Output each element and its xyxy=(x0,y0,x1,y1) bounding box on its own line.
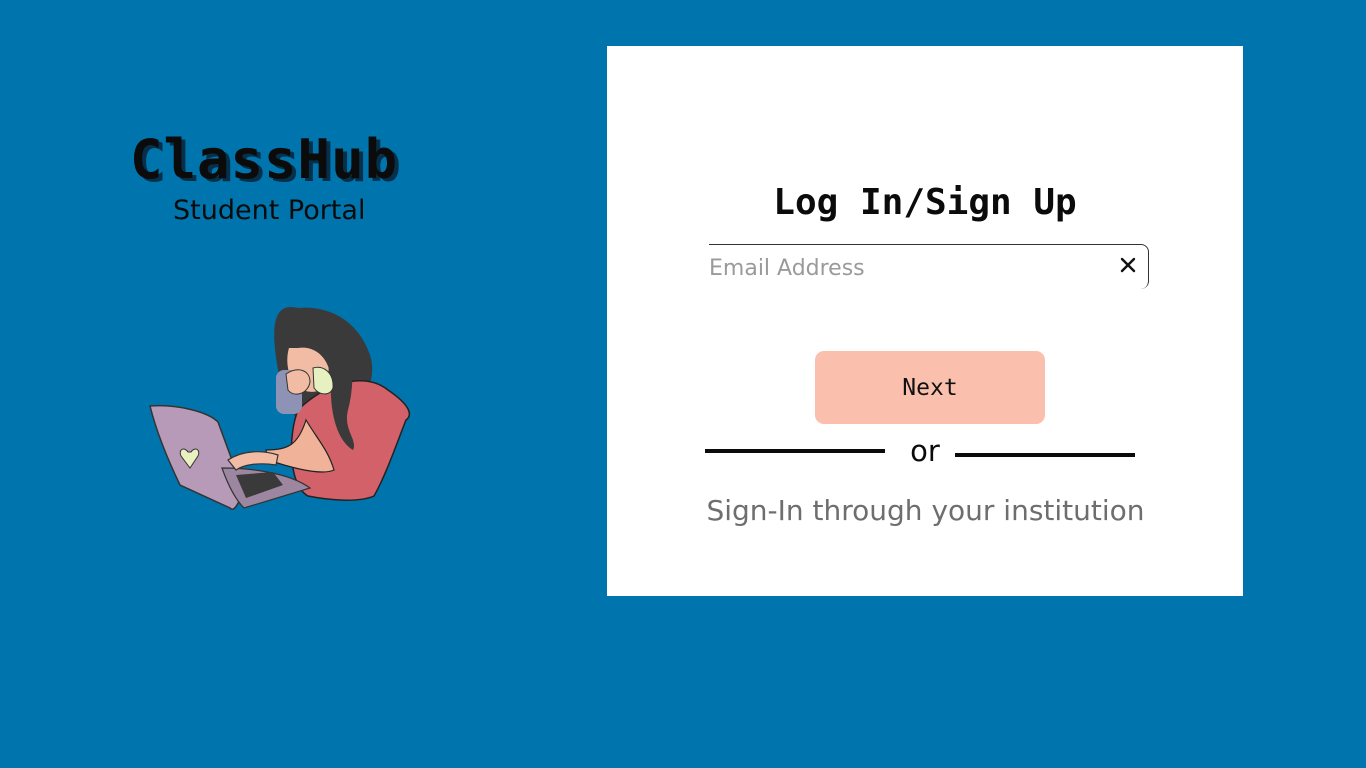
app-title: ClassHub xyxy=(130,128,399,191)
typing-hand-shape xyxy=(227,451,279,471)
divider-or-text: or xyxy=(910,434,940,468)
app-subtitle: Student Portal xyxy=(173,195,366,226)
student-with-laptop-illustration xyxy=(149,306,410,511)
close-icon[interactable] xyxy=(1118,255,1138,275)
email-input[interactable] xyxy=(709,251,1109,285)
email-field[interactable] xyxy=(709,244,1149,289)
divider-line-left xyxy=(705,449,885,453)
divider-line-right xyxy=(955,453,1135,457)
login-title: Log In/Sign Up xyxy=(773,182,1077,223)
next-button[interactable]: Next xyxy=(815,351,1045,424)
institution-signin-link[interactable]: Sign-In through your institution xyxy=(703,492,1148,530)
hand-shape xyxy=(285,369,311,395)
